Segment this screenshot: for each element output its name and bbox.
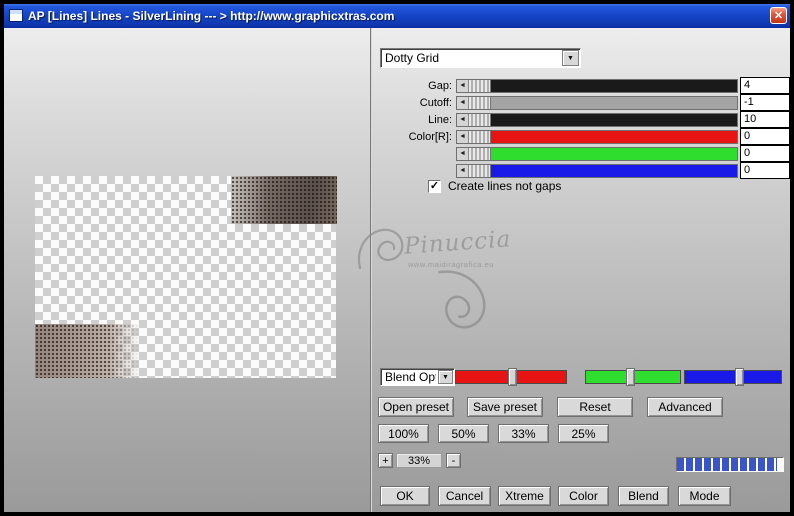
green-blend-slider[interactable]	[585, 368, 681, 386]
slider-fill	[491, 148, 737, 160]
create-lines-checkbox-label: Create lines not gaps	[448, 179, 562, 193]
close-icon: ✕	[773, 10, 784, 22]
progress-bar	[676, 457, 784, 472]
zoom-out-button[interactable]: -	[446, 453, 461, 468]
blue-blend-slider[interactable]	[684, 368, 782, 386]
zoom-in-button[interactable]: +	[378, 453, 393, 468]
color-g-value-field[interactable]: 0	[740, 145, 790, 162]
slider-thumb[interactable]	[626, 368, 635, 386]
line-value-field[interactable]: 10	[740, 111, 790, 128]
dot-pattern	[231, 176, 337, 224]
slider-left-arrow-icon[interactable]: ◄	[457, 80, 469, 92]
slider-thumb[interactable]	[469, 97, 491, 109]
slider-fill	[491, 114, 737, 126]
slider-left-arrow-icon[interactable]: ◄	[457, 148, 469, 160]
progress-fill	[677, 458, 777, 471]
chevron-down-icon[interactable]: ▼	[438, 370, 453, 384]
slider-thumb[interactable]	[469, 148, 491, 160]
check-icon: ✓	[429, 180, 440, 192]
color-b-slider[interactable]: ◄	[456, 164, 738, 178]
xtreme-button[interactable]: Xtreme	[498, 486, 551, 506]
cutoff-label: Cutoff:	[419, 97, 452, 109]
blend-button[interactable]: Blend	[618, 486, 669, 506]
color-r-value-field[interactable]: 0	[740, 128, 790, 145]
slider-left-arrow-icon[interactable]: ◄	[457, 165, 469, 177]
save-preset-button[interactable]: Save preset	[467, 397, 543, 417]
slider-fill	[491, 165, 737, 177]
line-label: Line:	[428, 114, 452, 126]
reset-button[interactable]: Reset	[557, 397, 633, 417]
chevron-down-icon[interactable]: ▼	[562, 50, 579, 66]
slider-thumb[interactable]	[469, 80, 491, 92]
color-b-value-field[interactable]: 0	[740, 162, 790, 179]
color-button[interactable]: Color	[558, 486, 609, 506]
zoom-50-button[interactable]: 50%	[438, 424, 489, 443]
dot-pattern	[35, 324, 140, 378]
mode-button[interactable]: Mode	[678, 486, 731, 506]
zoom-level-display: 33%	[396, 453, 442, 468]
slider-left-arrow-icon[interactable]: ◄	[457, 114, 469, 126]
gap-slider[interactable]: ◄	[456, 79, 738, 93]
preview-texture-bottom-left	[35, 324, 140, 378]
slider-left-arrow-icon[interactable]: ◄	[457, 131, 469, 143]
cancel-button[interactable]: Cancel	[438, 486, 491, 506]
title-bar[interactable]: AP [Lines] Lines - SilverLining --- > ht…	[4, 4, 790, 28]
slider-thumb[interactable]	[469, 165, 491, 177]
plugin-dialog-window: AP [Lines] Lines - SilverLining --- > ht…	[0, 0, 794, 516]
preset-dropdown-value: Dotty Grid	[385, 51, 440, 65]
zoom-100-button[interactable]: 100%	[378, 424, 429, 443]
ok-button[interactable]: OK	[380, 486, 430, 506]
gap-value-field[interactable]: 4	[740, 77, 790, 94]
color-g-slider[interactable]: ◄	[456, 147, 738, 161]
slider-thumb[interactable]	[735, 368, 744, 386]
gap-label: Gap:	[428, 80, 452, 92]
window-title: AP [Lines] Lines - SilverLining --- > ht…	[28, 9, 395, 23]
line-slider[interactable]: ◄	[456, 113, 738, 127]
slider-thumb[interactable]	[469, 114, 491, 126]
cutoff-slider[interactable]: ◄	[456, 96, 738, 110]
open-preset-button[interactable]: Open preset	[378, 397, 454, 417]
cutoff-value-field[interactable]: -1	[740, 94, 790, 111]
advanced-button[interactable]: Advanced	[647, 397, 723, 417]
blend-options-dropdown-value: Blend Opti	[385, 370, 436, 384]
slider-fill	[491, 131, 737, 143]
slider-thumb[interactable]	[508, 368, 517, 386]
slider-left-arrow-icon[interactable]: ◄	[457, 97, 469, 109]
close-button[interactable]: ✕	[770, 7, 787, 24]
preset-dropdown[interactable]: Dotty Grid ▼	[380, 48, 581, 68]
zoom-33-button[interactable]: 33%	[498, 424, 549, 443]
app-icon	[9, 9, 23, 22]
preview-canvas	[35, 176, 337, 378]
slider-thumb[interactable]	[469, 131, 491, 143]
red-blend-slider[interactable]	[455, 368, 567, 386]
create-lines-checkbox[interactable]: ✓	[428, 180, 441, 193]
color-r-label: Color[R]:	[408, 131, 452, 143]
zoom-25-button[interactable]: 25%	[558, 424, 609, 443]
blend-options-dropdown[interactable]: Blend Opti ▼	[380, 368, 455, 386]
color-r-slider[interactable]: ◄	[456, 130, 738, 144]
preview-texture-top-right	[231, 176, 337, 224]
slider-fill	[491, 80, 737, 92]
slider-fill	[491, 97, 737, 109]
